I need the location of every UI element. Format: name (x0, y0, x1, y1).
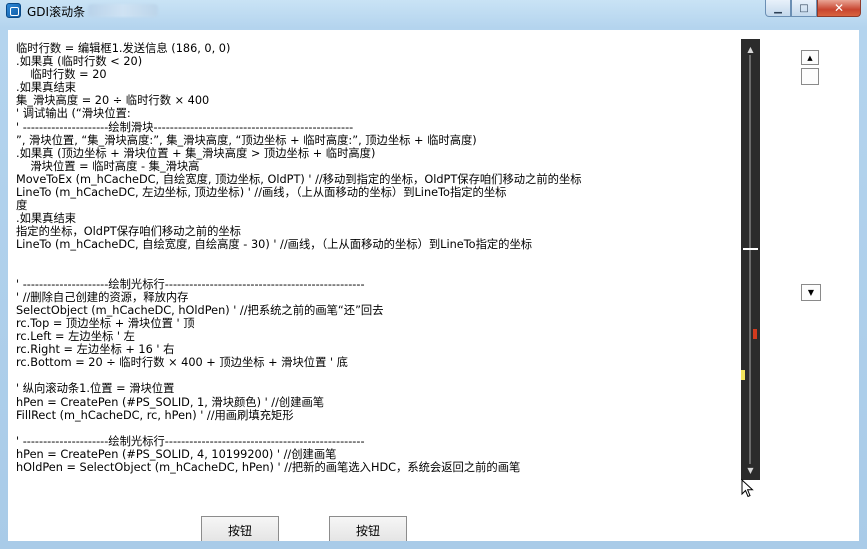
button-2[interactable]: 按钮 (329, 516, 407, 541)
window-title: GDI滚动条 (27, 5, 86, 19)
code-line: .如果真结束 (16, 81, 77, 95)
scroll-thumb[interactable] (743, 247, 758, 250)
small-scroll-up-icon[interactable]: ▲ (801, 50, 819, 65)
caption-buttons: ▁ □ ✕ (765, 0, 861, 18)
code-line: 指定的坐标，OldPT保存咱们移动之前的坐标 (16, 225, 241, 239)
code-line: ' //删除自己创建的资源，释放内存 (16, 290, 189, 304)
code-line: ' 调试输出 (“滑块位置: (16, 107, 131, 121)
minimize-icon: ▁ (774, 2, 782, 14)
code-line: 临时行数 = 编辑框1.发送信息 (186, 0, 0) (16, 42, 231, 55)
small-scroll-thumb[interactable] (801, 68, 819, 85)
code-line: ' ---------------------绘制光标行------------… (16, 277, 365, 291)
small-scrollbar[interactable]: ▲ (801, 50, 821, 85)
code-line: ' 纵向滚动条1.位置 = 滑块位置 (16, 382, 175, 396)
code-line: LineTo (m_hCacheDC, 自绘宽度, 自绘高度 - 30) ' /… (16, 238, 533, 252)
code-line: rc.Top = 顶边坐标 + 滑块位置 ' 顶 (16, 316, 195, 330)
dropdown-arrow-icon[interactable]: ▼ (801, 284, 821, 301)
code-line: hOldPen = SelectObject (m_hCacheDC, hPen… (16, 461, 521, 474)
title-bar[interactable]: GDI滚动条 ▁ □ ✕ (0, 0, 867, 22)
maximize-icon: □ (799, 2, 809, 14)
code-line: 集_滑块高度 = 20 ÷ 临时行数 × 400 (16, 94, 210, 108)
scroll-down-arrow-icon[interactable]: ▼ (741, 462, 760, 478)
code-line: rc.Bottom = 20 ÷ 临时行数 × 400 + 顶边坐标 + 滑块位… (16, 356, 348, 370)
code-line: 度 (16, 199, 28, 213)
code-line: LineTo (m_hCacheDC, 左边坐标, 顶边坐标) ' //画线，（… (16, 186, 507, 200)
client-area: 临时行数 = 编辑框1.发送信息 (186, 0, 0) .如果真 (临时行数 <… (8, 30, 859, 541)
code-line: rc.Right = 左边坐标 + 16 ' 右 (16, 343, 175, 357)
button-1[interactable]: 按钮 (201, 516, 279, 541)
app-icon (6, 3, 21, 18)
custom-vertical-scrollbar[interactable]: ▲ ▼ (741, 39, 760, 480)
code-line: .如果真 (顶边坐标 + 滑块位置 + 集_滑块高度 > 顶边坐标 + 临时高度… (16, 146, 376, 160)
code-line: ' ---------------------绘制光标行------------… (16, 434, 365, 448)
minimize-button[interactable]: ▁ (765, 0, 791, 17)
code-line: .如果真结束 (16, 212, 77, 226)
code-line: hPen = CreatePen (#PS_SOLID, 4, 10199200… (16, 447, 337, 461)
maximize-button[interactable]: □ (791, 0, 817, 17)
code-line: MoveToEx (m_hCacheDC, 自绘宽度, 顶边坐标, OldPT)… (16, 172, 582, 186)
code-line: 临时行数 = 20 (16, 68, 107, 82)
code-line: FillRect (m_hCacheDC, rc, hPen) ' //用画刷填… (16, 408, 294, 422)
code-line: .如果真 (临时行数 < 20) (16, 55, 143, 69)
scroll-marker-red (753, 329, 757, 340)
close-button[interactable]: ✕ (817, 0, 861, 17)
code-line: ' ---------------------绘制滑块-------------… (16, 120, 354, 134)
blurred-title-suffix (88, 4, 158, 17)
code-line: 滑块位置 = 临时高度 - 集_滑块高 (16, 159, 200, 173)
scroll-track[interactable] (749, 55, 751, 464)
code-line: ”, 滑块位置, “集_滑块高度:”, 集_滑块高度, “顶边坐标 + 临时高度… (16, 133, 477, 147)
close-icon: ✕ (833, 1, 845, 15)
code-line: SelectObject (m_hCacheDC, hOldPen) ' //把… (16, 303, 384, 317)
scroll-marker-yellow (741, 369, 745, 380)
code-line: rc.Left = 左边坐标 ' 左 (16, 330, 135, 344)
mouse-cursor-icon (741, 479, 754, 498)
app-window: GDI滚动条 ▁ □ ✕ 临时行数 = 编辑框1.发送信息 (186, 0, 0… (0, 0, 867, 549)
code-editor[interactable]: 临时行数 = 编辑框1.发送信息 (186, 0, 0) .如果真 (临时行数 <… (16, 42, 736, 474)
code-line: hPen = CreatePen (#PS_SOLID, 1, 滑块颜色) ' … (16, 395, 325, 409)
